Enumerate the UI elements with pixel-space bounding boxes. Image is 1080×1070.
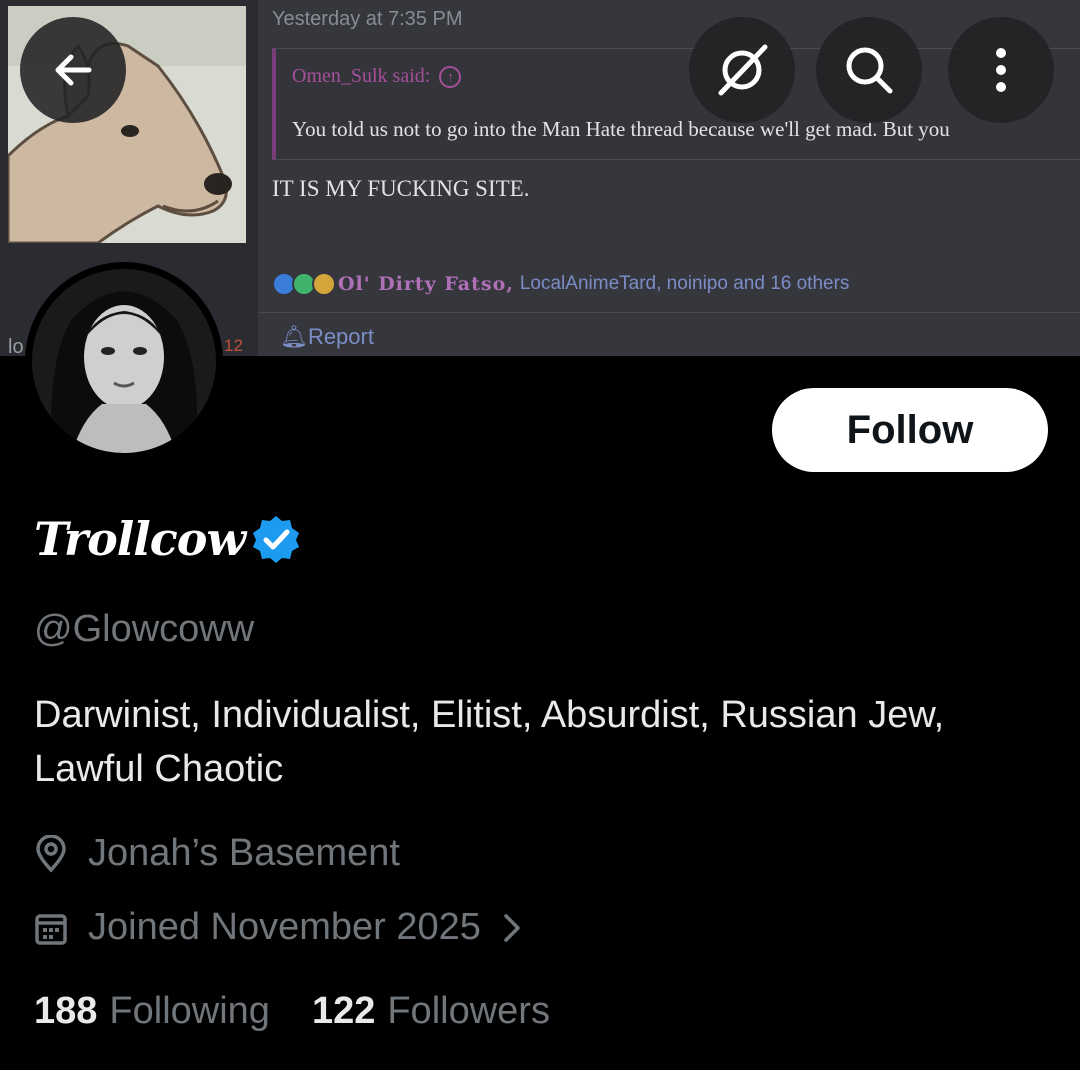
forum-count-fragment: 12 xyxy=(224,336,243,355)
display-name-row: Trollcow xyxy=(34,512,301,566)
more-vertical-icon xyxy=(996,48,1006,92)
more-button[interactable] xyxy=(948,17,1054,123)
quote-text: You told us not to go into the Man Hate … xyxy=(292,117,950,141)
search-icon xyxy=(846,47,893,94)
back-button[interactable] xyxy=(20,17,126,123)
location-pin-icon xyxy=(36,834,66,873)
bell-icon: 🔔︎ xyxy=(280,324,308,349)
grok-button[interactable] xyxy=(689,17,795,123)
arrow-up-icon: ↑ xyxy=(439,66,462,89)
reaction-users-rest: LocalAnimeTard, noinipo and 16 others xyxy=(519,273,850,294)
display-name: Trollcow xyxy=(34,512,246,566)
location-text: Jonah’s Basement xyxy=(88,832,400,874)
profile-joined[interactable]: Joined November 2025 xyxy=(34,906,523,949)
follow-button[interactable]: Follow xyxy=(772,388,1048,472)
profile-bio: Darwinist, Individualist, Elitist, Absur… xyxy=(34,694,945,790)
reaction-icons xyxy=(272,272,336,296)
calendar-icon xyxy=(35,913,67,945)
post-reactions: Ol' Dirty Fatso, LocalAnimeTard, noinipo… xyxy=(272,272,849,296)
report-label: Report xyxy=(307,324,374,349)
joined-text: Joined November 2025 xyxy=(88,906,481,948)
reaction-user-first: Ol' Dirty Fatso, xyxy=(338,273,514,295)
quote-author: Omen_Sulk said: ↑ xyxy=(292,65,462,89)
quote-author-label: Omen_Sulk said: xyxy=(292,65,431,87)
forum-username-fragment: lo xyxy=(8,336,24,356)
profile-handle: @Glowcoww xyxy=(34,608,255,650)
following-stat[interactable]: 188 Following xyxy=(34,990,270,1033)
verified-badge-icon[interactable] xyxy=(251,514,301,564)
following-label: Following xyxy=(109,990,270,1032)
search-button[interactable] xyxy=(816,17,922,123)
report-link: 🔔︎Report xyxy=(280,324,374,350)
post-divider xyxy=(258,312,1080,313)
followers-label: Followers xyxy=(387,990,550,1032)
profile-location: Jonah’s Basement xyxy=(34,832,400,875)
post-timestamp: Yesterday at 7:35 PM xyxy=(272,8,463,30)
grok-icon xyxy=(718,44,768,96)
following-count: 188 xyxy=(34,990,98,1032)
post-body: IT IS MY FUCKING SITE. xyxy=(272,176,530,201)
profile-avatar[interactable] xyxy=(25,262,223,460)
arrow-left-icon xyxy=(55,54,92,86)
followers-count: 122 xyxy=(311,990,376,1032)
medal-icon xyxy=(312,272,336,296)
chevron-right-icon xyxy=(504,913,520,942)
followers-stat[interactable]: 122 Followers xyxy=(312,990,550,1033)
profile-stats: 188 Following 122 Followers xyxy=(34,990,550,1033)
